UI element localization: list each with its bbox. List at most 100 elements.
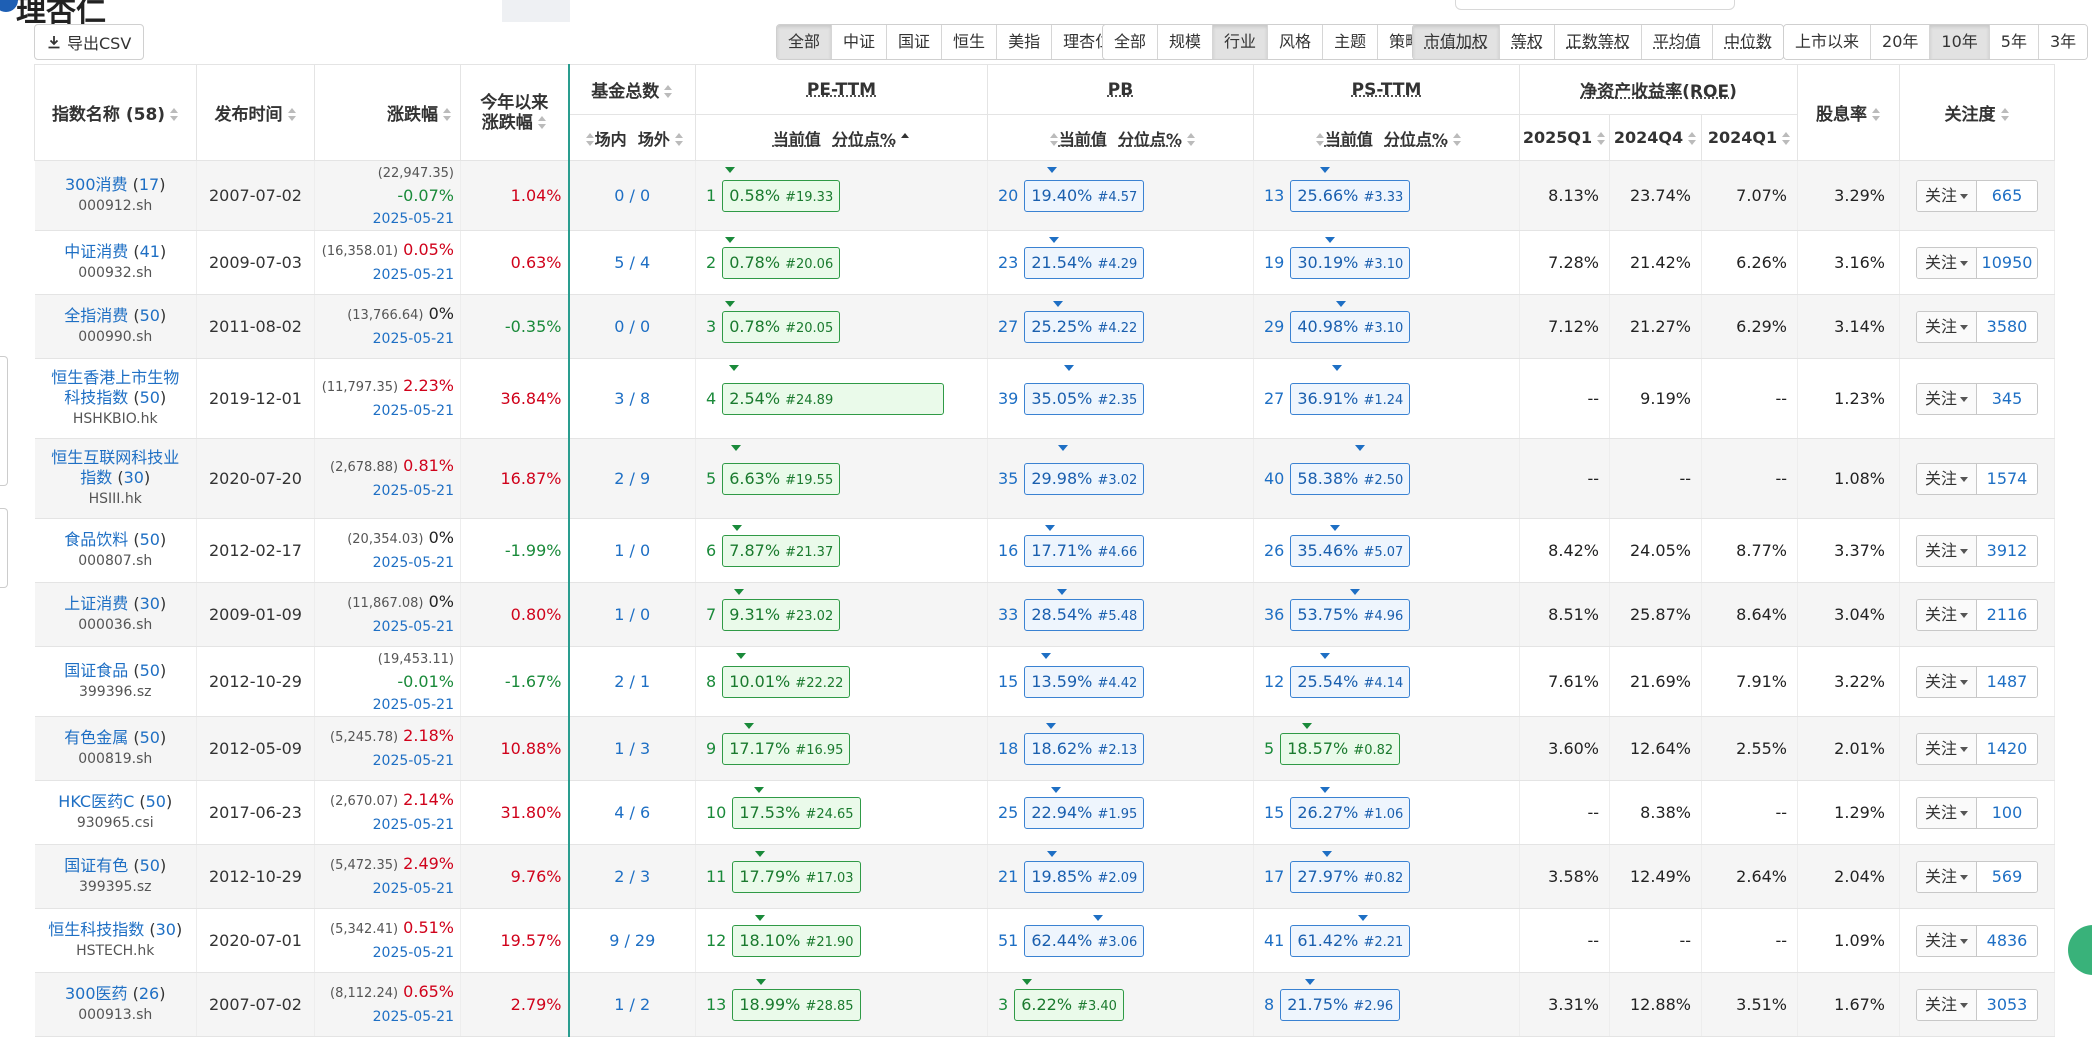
pe-value-badge[interactable]: 0.78% #20.06 (722, 246, 841, 279)
pe-value-badge[interactable]: 9.31% #23.02 (722, 598, 841, 631)
ps-value-badge[interactable]: 27.97% #0.82 (1290, 860, 1411, 893)
weight-filter-3[interactable]: 平均值 (1642, 25, 1714, 59)
col-header-fund[interactable]: 基金总数 (567, 64, 696, 115)
fund-count-link[interactable]: 1 / 2 (567, 972, 696, 1037)
source-filter-3[interactable]: 恒生 (942, 25, 998, 59)
follow-count[interactable]: 1420 (1977, 733, 2037, 764)
category-filter-4[interactable]: 主题 (1323, 25, 1379, 59)
pe-value-badge[interactable]: 18.99% #28.85 (732, 988, 861, 1021)
index-name-link[interactable]: HKC医药C (58, 792, 134, 811)
fund-count-link[interactable]: 2 / 3 (567, 844, 696, 909)
source-filter-4[interactable]: 美指 (997, 25, 1053, 59)
period-filter-1[interactable]: 20年 (1871, 25, 1931, 59)
index-name-link[interactable]: 恒生互联网科技业指数 (51, 448, 179, 487)
pb-value-badge[interactable]: 29.98% #3.02 (1024, 462, 1145, 495)
follow-button[interactable]: 关注 1420 (1915, 732, 2038, 765)
pb-value-badge[interactable]: 17.71% #4.66 (1024, 534, 1145, 567)
col-header-ps-sub[interactable]: 当前值 分位点% (1253, 114, 1520, 161)
source-filter-2[interactable]: 国证 (887, 25, 943, 59)
follow-count[interactable]: 569 (1977, 861, 2037, 892)
export-csv-button[interactable]: 导出CSV (34, 24, 145, 60)
col-header-date[interactable]: 发布时间 (196, 64, 315, 161)
fund-count-link[interactable]: 1 / 0 (567, 582, 696, 647)
follow-button[interactable]: 关注 1487 (1915, 665, 2038, 698)
follow-button[interactable]: 关注 1574 (1915, 462, 2038, 495)
index-name-link[interactable]: 中证消费 (64, 242, 128, 261)
category-filter-0[interactable]: 全部 (1103, 25, 1159, 59)
follow-dropdown[interactable]: 关注 (1916, 733, 1977, 764)
follow-dropdown[interactable]: 关注 (1916, 797, 1977, 828)
pb-value-badge[interactable]: 6.22% #3.40 (1014, 988, 1124, 1021)
ps-value-badge[interactable]: 30.19% #3.10 (1290, 246, 1411, 279)
ps-value-badge[interactable]: 58.38% #2.50 (1290, 462, 1411, 495)
col-header-follow[interactable]: 关注度 (1899, 64, 2055, 161)
follow-dropdown[interactable]: 关注 (1916, 599, 1977, 630)
index-name-link[interactable]: 全指消费 (64, 306, 128, 325)
col-header-ytd[interactable]: 今年以来 涨跌幅 (460, 64, 569, 161)
index-name-link[interactable]: 恒生科技指数 (48, 920, 144, 939)
pe-value-badge[interactable]: 2.54% #24.89 (722, 382, 945, 415)
nav-tab-active[interactable] (502, 0, 570, 22)
follow-button[interactable]: 关注 345 (1915, 382, 2038, 415)
follow-button[interactable]: 关注 569 (1915, 860, 2038, 893)
follow-button[interactable]: 关注 2116 (1915, 598, 2038, 631)
follow-button[interactable]: 关注 3053 (1915, 988, 2038, 1021)
follow-button[interactable]: 关注 3912 (1915, 534, 2038, 567)
pe-value-badge[interactable]: 10.01% #22.22 (722, 665, 851, 698)
index-name-link[interactable]: 国证有色 (64, 856, 128, 875)
pb-value-badge[interactable]: 18.62% #2.13 (1024, 732, 1145, 765)
category-filter-3[interactable]: 风格 (1268, 25, 1324, 59)
pe-value-badge[interactable]: 17.53% #24.65 (732, 796, 861, 829)
fund-count-link[interactable]: 0 / 0 (567, 294, 696, 359)
category-filter-1[interactable]: 规模 (1158, 25, 1214, 59)
follow-count[interactable]: 2116 (1977, 599, 2037, 630)
index-name-link[interactable]: 食品饮料 (64, 530, 128, 549)
follow-count[interactable]: 10950 (1977, 247, 2037, 278)
follow-button[interactable]: 关注 100 (1915, 796, 2038, 829)
pb-value-badge[interactable]: 62.44% #3.06 (1024, 924, 1145, 957)
col-header-roe-q2[interactable]: 2024Q4 (1609, 114, 1702, 161)
source-filter-0[interactable]: 全部 (777, 25, 833, 59)
pe-value-badge[interactable]: 18.10% #21.90 (732, 924, 861, 957)
pb-value-badge[interactable]: 35.05% #2.35 (1024, 382, 1145, 415)
weight-filter-2[interactable]: 正数等权 (1555, 25, 1643, 59)
index-name-link[interactable]: 有色金属 (64, 728, 128, 747)
pb-value-badge[interactable]: 19.85% #2.09 (1024, 860, 1145, 893)
ps-value-badge[interactable]: 40.98% #3.10 (1290, 310, 1411, 343)
follow-count[interactable]: 345 (1977, 383, 2037, 414)
fund-count-link[interactable]: 4 / 6 (567, 780, 696, 845)
ps-value-badge[interactable]: 26.27% #1.06 (1290, 796, 1411, 829)
col-header-roe-q1[interactable]: 2025Q1 (1519, 114, 1610, 161)
index-name-link[interactable]: 上证消费 (64, 594, 128, 613)
follow-count[interactable]: 3580 (1977, 311, 2037, 342)
follow-dropdown[interactable]: 关注 (1916, 247, 1977, 278)
follow-button[interactable]: 关注 665 (1915, 179, 2038, 212)
follow-dropdown[interactable]: 关注 (1916, 989, 1977, 1020)
period-filter-3[interactable]: 5年 (1989, 25, 2039, 59)
search-input[interactable] (1455, 0, 1735, 10)
weight-filter-1[interactable]: 等权 (1500, 25, 1556, 59)
col-header-change[interactable]: 涨跌幅 (314, 64, 461, 161)
pb-value-badge[interactable]: 19.40% #4.57 (1024, 179, 1145, 212)
follow-button[interactable]: 关注 10950 (1915, 246, 2038, 279)
fund-count-link[interactable]: 1 / 0 (567, 518, 696, 583)
floating-action-button[interactable] (2068, 925, 2092, 975)
index-name-link[interactable]: 国证食品 (64, 661, 128, 680)
follow-dropdown[interactable]: 关注 (1916, 666, 1977, 697)
fund-count-link[interactable]: 2 / 1 (567, 646, 696, 717)
ps-value-badge[interactable]: 53.75% #4.96 (1290, 598, 1411, 631)
pb-value-badge[interactable]: 25.25% #4.22 (1024, 310, 1145, 343)
follow-button[interactable]: 关注 4836 (1915, 924, 2038, 957)
follow-count[interactable]: 1574 (1977, 463, 2037, 494)
fund-count-link[interactable]: 3 / 8 (567, 358, 696, 439)
follow-dropdown[interactable]: 关注 (1916, 535, 1977, 566)
period-filter-2[interactable]: 10年 (1930, 25, 1990, 59)
col-header-fund-sub[interactable]: 场内 场外 (567, 114, 696, 161)
follow-dropdown[interactable]: 关注 (1916, 463, 1977, 494)
follow-dropdown[interactable]: 关注 (1916, 925, 1977, 956)
index-name-link[interactable]: 300消费 (65, 175, 128, 194)
pb-value-badge[interactable]: 21.54% #4.29 (1024, 246, 1145, 279)
follow-count[interactable]: 3053 (1977, 989, 2037, 1020)
follow-dropdown[interactable]: 关注 (1916, 383, 1977, 414)
follow-count[interactable]: 665 (1977, 180, 2037, 211)
